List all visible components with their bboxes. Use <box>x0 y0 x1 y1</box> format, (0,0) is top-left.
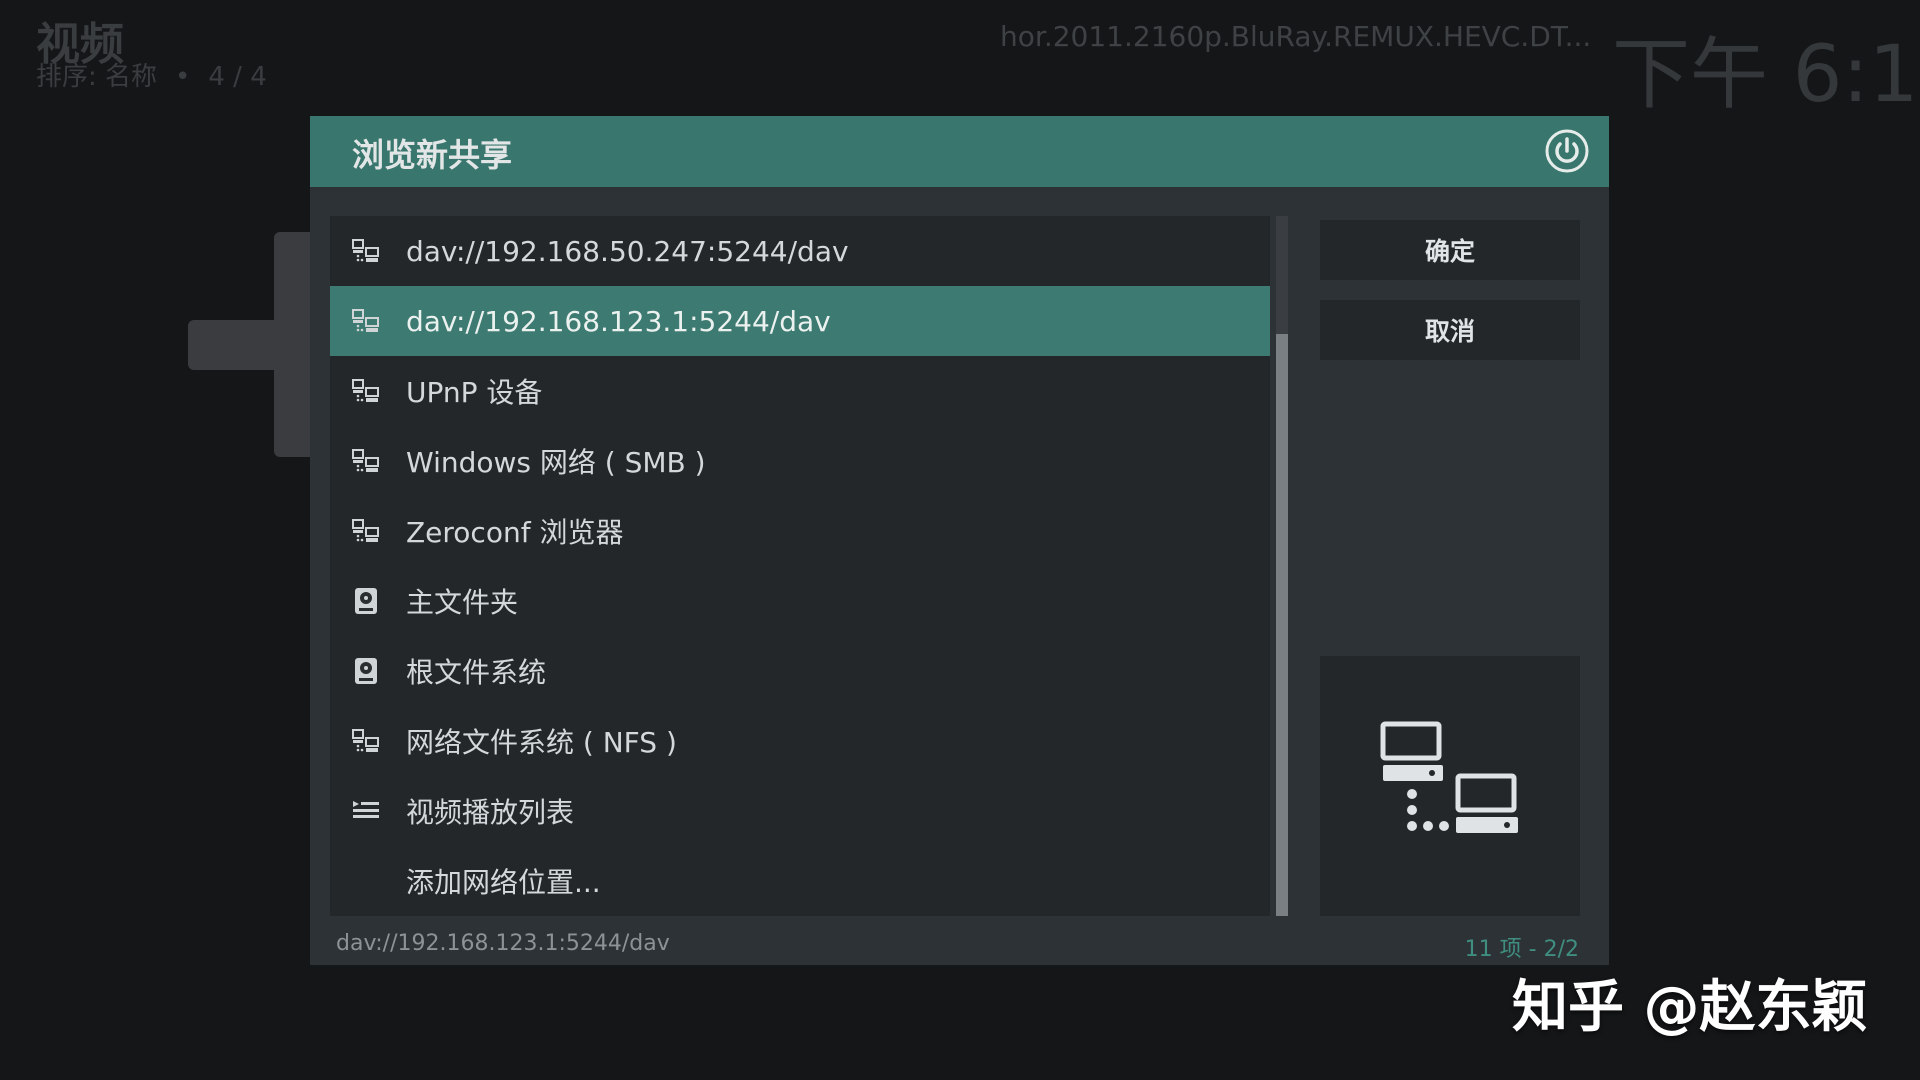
playlist-icon <box>352 797 380 825</box>
source-item[interactable]: dav://192.168.50.247:5244/dav <box>330 216 1270 286</box>
source-item-label: Zeroconf 浏览器 <box>406 516 624 549</box>
sort-info: 排序: 名称 • 4 / 4 <box>36 56 267 93</box>
source-item-label: Windows 网络 ( SMB ) <box>406 446 706 479</box>
source-item-selected[interactable]: dav://192.168.123.1:5244/dav <box>330 286 1270 356</box>
network-icon <box>352 307 380 335</box>
source-item[interactable]: 根文件系统 <box>330 636 1270 706</box>
source-item-label: 根文件系统 <box>406 656 547 689</box>
source-item-label: 视频播放列表 <box>406 796 575 829</box>
scrollbar-thumb[interactable] <box>1276 334 1288 916</box>
source-item-label: 主文件夹 <box>406 586 519 619</box>
sort-separator: • <box>175 62 191 92</box>
harddisk-icon <box>352 657 380 685</box>
source-item-label: UPnP 设备 <box>406 376 543 409</box>
source-item-label: dav://192.168.50.247:5244/dav <box>406 234 849 268</box>
source-item-label: 添加网络位置... <box>406 866 601 899</box>
watermark: 知乎 @赵东颖 <box>1512 975 1868 1040</box>
source-item-label: 网络文件系统 ( NFS ) <box>406 726 677 759</box>
source-preview <box>1320 656 1580 916</box>
power-icon[interactable] <box>1543 127 1591 175</box>
source-item[interactable]: 主文件夹 <box>330 566 1270 636</box>
list-scrollbar[interactable] <box>1276 216 1288 916</box>
source-item[interactable]: 视频播放列表 <box>330 776 1270 846</box>
now-playing-filename: hor.2011.2160p.BluRay.REMUX.HEVC.DT... <box>1000 20 1592 53</box>
network-computers-icon <box>1380 721 1518 833</box>
network-icon <box>352 377 380 405</box>
source-item[interactable]: Windows 网络 ( SMB ) <box>330 426 1270 496</box>
source-item[interactable]: 网络文件系统 ( NFS ) <box>330 706 1270 776</box>
sort-label: 排序: 名称 <box>36 62 158 92</box>
harddisk-icon <box>352 587 380 615</box>
browse-share-dialog: 浏览新共享 dav://192.168.50.247:5244/dav dav:… <box>310 116 1609 965</box>
clock: 下午 6:11 <box>1612 30 1920 120</box>
source-list: dav://192.168.50.247:5244/dav dav://192.… <box>330 216 1270 916</box>
ok-button[interactable]: 确定 <box>1320 220 1580 280</box>
source-item-label: dav://192.168.123.1:5244/dav <box>406 304 831 338</box>
network-icon <box>352 517 380 545</box>
selected-path: dav://192.168.123.1:5244/dav <box>336 931 670 956</box>
item-count: 11 项 - 2/2 <box>1464 937 1579 962</box>
dialog-header: 浏览新共享 <box>310 116 1609 187</box>
add-network-location-item[interactable]: 添加网络位置... <box>330 846 1270 916</box>
item-position: 4 / 4 <box>208 62 267 92</box>
cancel-button[interactable]: 取消 <box>1320 300 1580 360</box>
source-item[interactable]: Zeroconf 浏览器 <box>330 496 1270 566</box>
dialog-title: 浏览新共享 <box>352 136 513 174</box>
source-item[interactable]: UPnP 设备 <box>330 356 1270 426</box>
network-icon <box>352 727 380 755</box>
add-source-tile-arm <box>188 320 310 370</box>
network-icon <box>352 447 380 475</box>
network-icon <box>352 237 380 265</box>
